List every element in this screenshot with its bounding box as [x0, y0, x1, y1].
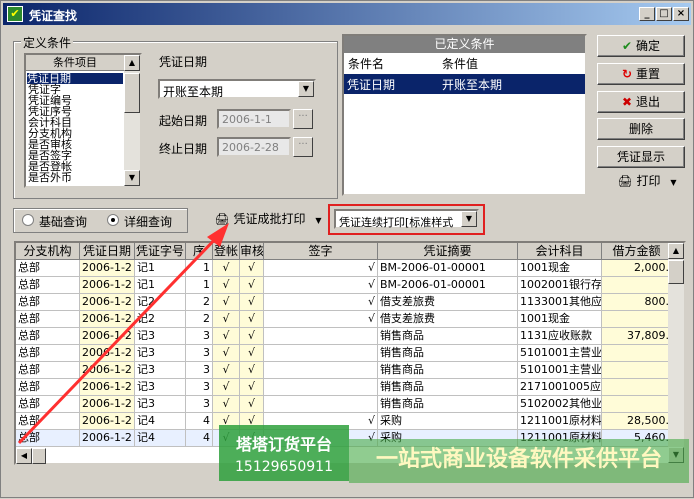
watermark-slogan: 一站式商业设备软件采供平台	[349, 439, 689, 483]
watermark-brand: 塔塔订货平台	[235, 435, 332, 454]
voucher-search-window: ✔ 凭证查找 _ □ × 定义条件 条件项目 凭证日期 凭证字 凭证编号 凭证序…	[0, 0, 694, 498]
watermark-phone: 15129650911	[235, 459, 333, 475]
watermark-brand-box: 塔塔订货平台 15129650911	[219, 425, 349, 481]
